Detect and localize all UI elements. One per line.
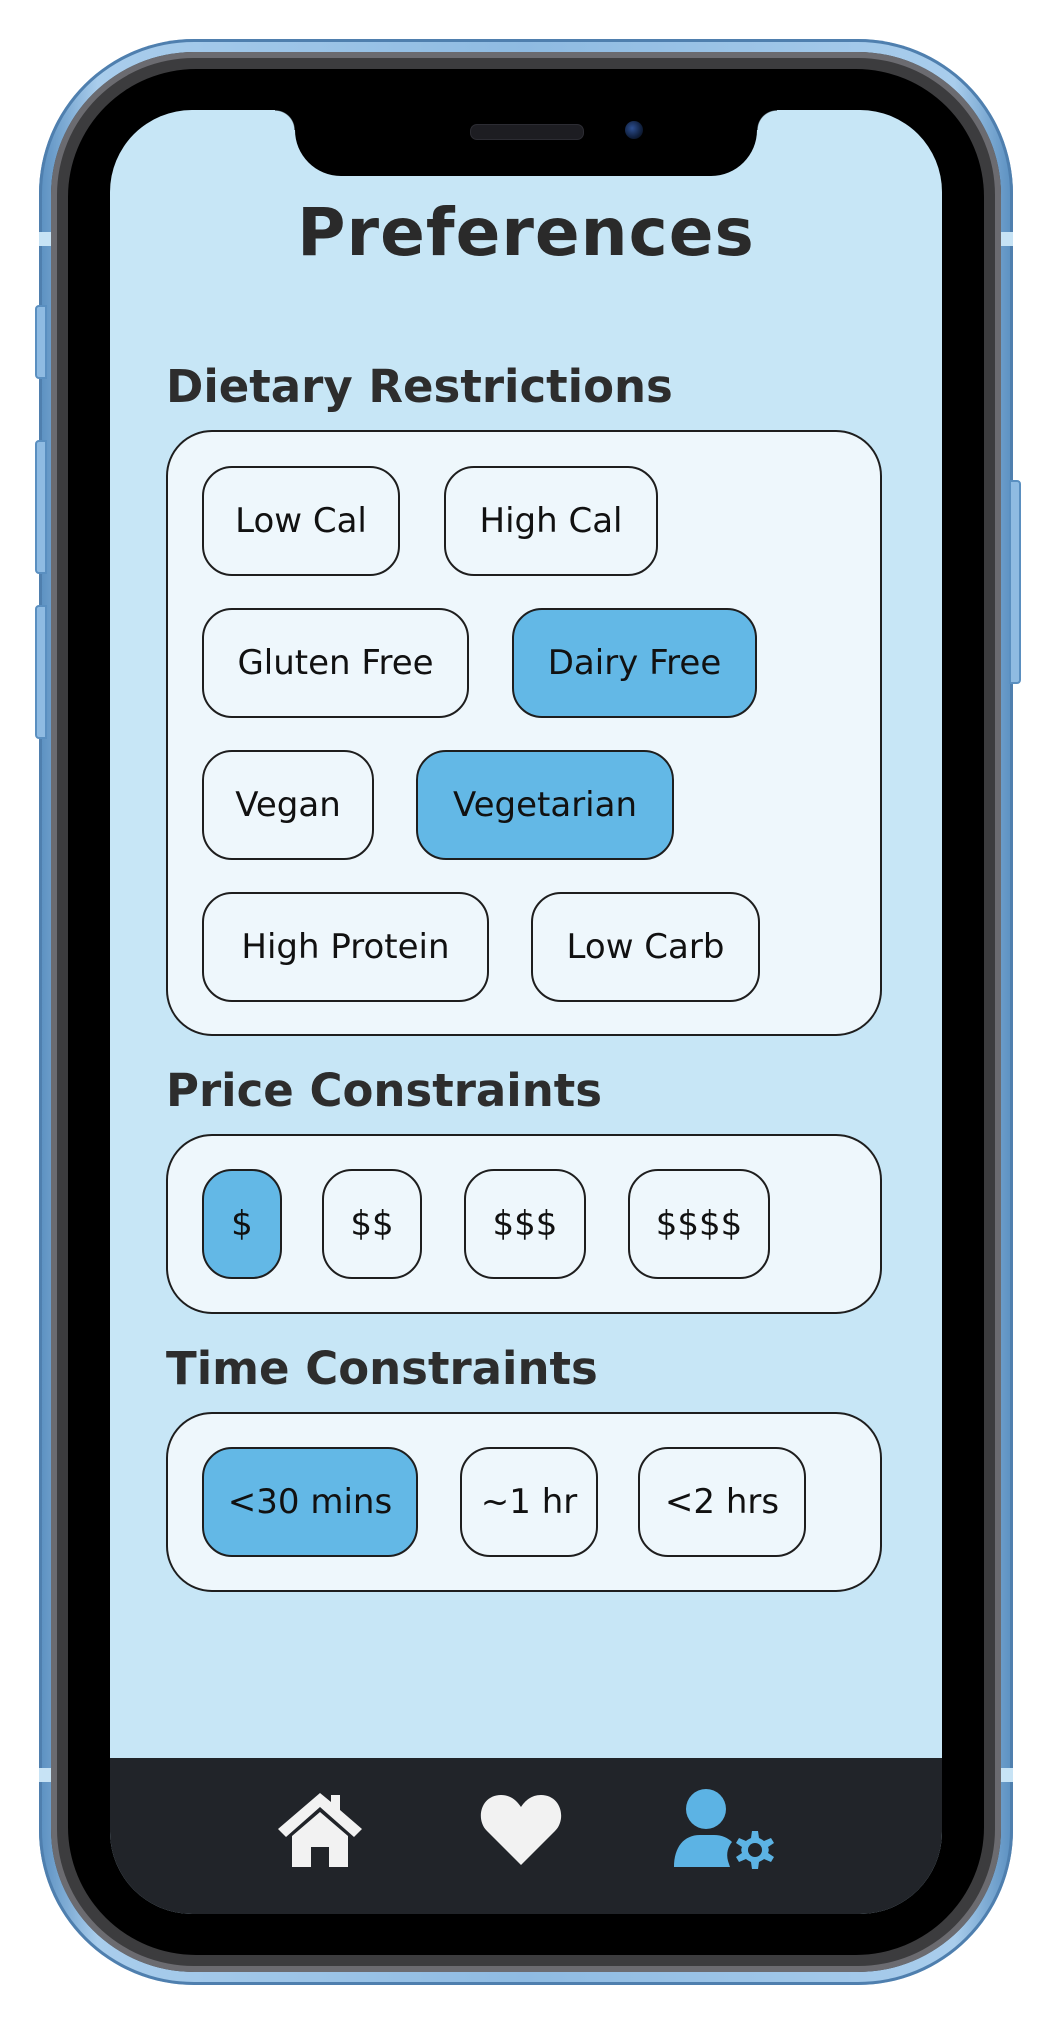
page-title: Preferences [297, 194, 755, 271]
chip-price-2[interactable]: $$ [322, 1169, 422, 1279]
nav-favorites[interactable] [466, 1784, 576, 1874]
heart-icon [480, 1795, 562, 1865]
mute-switch [35, 305, 47, 379]
chip-under-30-mins[interactable]: <30 mins [202, 1447, 418, 1557]
screen: Preferences Dietary Restrictions Low Cal… [110, 110, 942, 1914]
chip-price-1[interactable]: $ [202, 1169, 282, 1279]
nav-home[interactable] [265, 1784, 375, 1874]
chip-low-cal[interactable]: Low Cal [202, 466, 400, 576]
chip-dairy-free[interactable]: Dairy Free [512, 608, 757, 718]
chip-vegan[interactable]: Vegan [202, 750, 374, 860]
dietary-section-title: Dietary Restrictions [166, 360, 673, 413]
earpiece-speaker [470, 124, 584, 140]
chip-price-3[interactable]: $$$ [464, 1169, 586, 1279]
chip-under-2-hrs[interactable]: <2 hrs [638, 1447, 806, 1557]
volume-down-button [35, 605, 47, 739]
chip-about-1-hr[interactable]: ~1 hr [460, 1447, 598, 1557]
chip-price-4[interactable]: $$$$ [628, 1169, 770, 1279]
dietary-card: Low Cal High Cal Gluten Free Dairy Free … [166, 430, 882, 1036]
front-camera [625, 121, 643, 139]
chip-low-carb[interactable]: Low Carb [531, 892, 760, 1002]
notch [275, 110, 777, 176]
chip-gluten-free[interactable]: Gluten Free [202, 608, 469, 718]
chip-high-protein[interactable]: High Protein [202, 892, 489, 1002]
chip-high-cal[interactable]: High Cal [444, 466, 658, 576]
time-section-title: Time Constraints [166, 1342, 598, 1395]
user-settings-icon [674, 1789, 774, 1869]
nav-preferences[interactable] [670, 1784, 780, 1874]
time-card: <30 mins ~1 hr <2 hrs [166, 1412, 882, 1592]
volume-up-button [35, 440, 47, 574]
price-card: $ $$ $$$ $$$$ [166, 1134, 882, 1314]
chip-vegetarian[interactable]: Vegetarian [416, 750, 674, 860]
price-section-title: Price Constraints [166, 1064, 603, 1117]
power-button [1009, 480, 1021, 684]
home-icon [278, 1793, 362, 1867]
bottom-nav [110, 1758, 942, 1914]
